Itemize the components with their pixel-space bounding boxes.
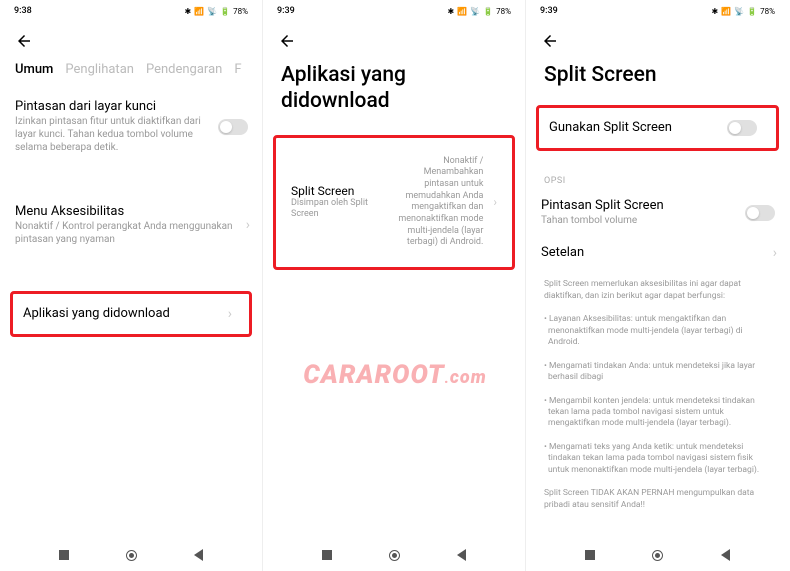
- item-menu-aksesibilitas[interactable]: Menu Aksesibilitas Nonaktif / Kontrol pe…: [0, 194, 262, 256]
- item-title: Aplikasi yang didownload: [23, 306, 239, 321]
- signal-icon: 📶: [194, 7, 204, 16]
- wifi-icon: 📡: [470, 7, 480, 16]
- signal-icon: 📶: [721, 7, 731, 16]
- bluetooth-icon: ✱: [448, 7, 455, 16]
- item-subtitle: Disimpan oleh Split Screen: [291, 198, 379, 220]
- info-text: • Mengamati tindakan Anda: untuk mendete…: [526, 355, 789, 390]
- nav-bar: [0, 539, 262, 571]
- status-icons: ✱ 📶 📡 🔋 78%: [712, 7, 775, 16]
- info-text: • Mengambil konten jendela: untuk mendet…: [526, 390, 789, 436]
- tab-umum[interactable]: Umum: [15, 62, 53, 77]
- back-arrow-icon: [15, 32, 33, 50]
- item-aplikasi-didownload[interactable]: Aplikasi yang didownload ›: [18, 302, 244, 326]
- nav-bar: [263, 539, 525, 571]
- tabs-row: Umum Penglihatan Pendengaran F: [0, 62, 262, 77]
- nav-back[interactable]: [457, 549, 466, 561]
- wifi-icon: 📡: [734, 7, 744, 16]
- item-pintasan-split-screen[interactable]: Pintasan Split Screen Tahan tombol volum…: [526, 192, 789, 233]
- info-text: • Layanan Aksesibilitas: untuk mengaktif…: [526, 308, 789, 354]
- item-title: Split Screen: [291, 184, 379, 198]
- item-title: Menu Aksesibilitas: [15, 204, 247, 219]
- bluetooth-icon: ✱: [185, 7, 192, 16]
- item-desc: Tahan tombol volume: [541, 214, 739, 227]
- signal-icon: 📶: [457, 7, 467, 16]
- nav-home[interactable]: [389, 550, 400, 561]
- status-bar: 9:39 ✱ 📶 📡 🔋 78%: [526, 0, 789, 22]
- section-opsi: OPSI: [526, 170, 789, 192]
- item-desc: Nonaktif / Kontrol perangkat Anda menggu…: [15, 220, 247, 246]
- back-arrow-icon: [541, 32, 559, 50]
- status-bar: 9:39 ✱ 📶 📡 🔋 78%: [263, 0, 525, 22]
- toggle-gunakan-split[interactable]: [727, 120, 757, 136]
- nav-recents[interactable]: [322, 550, 332, 560]
- wifi-icon: 📡: [207, 7, 217, 16]
- chevron-right-icon: ›: [228, 306, 232, 322]
- info-text: • Mengamati teks yang Anda ketik: untuk …: [526, 436, 789, 482]
- back-arrow-icon: [278, 32, 296, 50]
- info-text: Split Screen memerlukan aksesibilitas in…: [526, 273, 789, 308]
- phone-screen-1: 9:38 ✱ 📶 📡 🔋 78% Umum Penglihatan Penden…: [0, 0, 263, 571]
- item-title: Setelan: [541, 245, 774, 260]
- status-icons: ✱ 📶 📡 🔋 78%: [185, 7, 248, 16]
- nav-recents[interactable]: [585, 550, 595, 560]
- status-time: 9:39: [540, 6, 558, 16]
- item-title: Pintasan dari layar kunci: [15, 99, 212, 114]
- tab-penglihatan[interactable]: Penglihatan: [65, 62, 134, 77]
- nav-home[interactable]: [126, 550, 137, 561]
- item-pintasan-layar-kunci[interactable]: Pintasan dari layar kunci Izinkan pintas…: [0, 89, 262, 164]
- status-time: 9:38: [14, 6, 32, 16]
- tab-more[interactable]: F: [234, 62, 241, 77]
- item-gunakan-split-screen[interactable]: Gunakan Split Screen: [544, 116, 771, 140]
- item-title: Gunakan Split Screen: [549, 120, 726, 135]
- battery-percent: 78%: [496, 7, 511, 16]
- bluetooth-icon: ✱: [712, 7, 719, 16]
- chevron-right-icon: ›: [773, 245, 777, 261]
- nav-back[interactable]: [721, 549, 730, 561]
- item-title: Pintasan Split Screen: [541, 198, 739, 213]
- battery-icon: 🔋: [220, 7, 230, 16]
- nav-home[interactable]: [652, 550, 663, 561]
- phone-screen-2: 9:39 ✱ 📶 📡 🔋 78% Aplikasi yang didownloa…: [263, 0, 526, 571]
- tab-pendengaran[interactable]: Pendengaran: [146, 62, 222, 77]
- battery-icon: 🔋: [747, 7, 757, 16]
- status-bar: 9:38 ✱ 📶 📡 🔋 78%: [0, 0, 262, 22]
- back-button[interactable]: [263, 22, 525, 62]
- highlight-gunakan-split: Gunakan Split Screen: [536, 105, 779, 151]
- chevron-right-icon: ›: [493, 195, 497, 209]
- nav-recents[interactable]: [59, 550, 69, 560]
- status-icons: ✱ 📶 📡 🔋 78%: [448, 7, 511, 16]
- nav-bar: [526, 539, 789, 571]
- page-title: Aplikasi yang didownload: [263, 62, 525, 127]
- chevron-right-icon: ›: [246, 217, 250, 233]
- item-desc: Izinkan pintasan fitur untuk diaktifkan …: [15, 115, 212, 154]
- battery-percent: 78%: [233, 7, 248, 16]
- back-button[interactable]: [0, 22, 262, 62]
- status-time: 9:39: [277, 6, 295, 16]
- info-text: Split Screen TIDAK AKAN PERNAH mengumpul…: [526, 482, 789, 517]
- item-setelan[interactable]: Setelan ›: [526, 239, 789, 267]
- highlight-aplikasi-didownload: Aplikasi yang didownload ›: [10, 291, 252, 337]
- battery-percent: 78%: [760, 7, 775, 16]
- phone-screen-3: 9:39 ✱ 📶 📡 🔋 78% Split Screen Gunakan Sp…: [526, 0, 789, 571]
- toggle-pintasan[interactable]: [218, 119, 248, 135]
- nav-back[interactable]: [194, 549, 203, 561]
- battery-icon: 🔋: [483, 7, 493, 16]
- item-desc: Nonaktif / Menambahkan pintasan untuk me…: [389, 156, 483, 250]
- back-button[interactable]: [526, 22, 789, 62]
- page-title: Split Screen: [526, 62, 789, 100]
- toggle-pintasan-split[interactable]: [745, 205, 775, 221]
- highlight-split-screen: Split Screen Disimpan oleh Split Screen …: [273, 135, 515, 271]
- item-split-screen[interactable]: Split Screen Disimpan oleh Split Screen …: [281, 146, 507, 260]
